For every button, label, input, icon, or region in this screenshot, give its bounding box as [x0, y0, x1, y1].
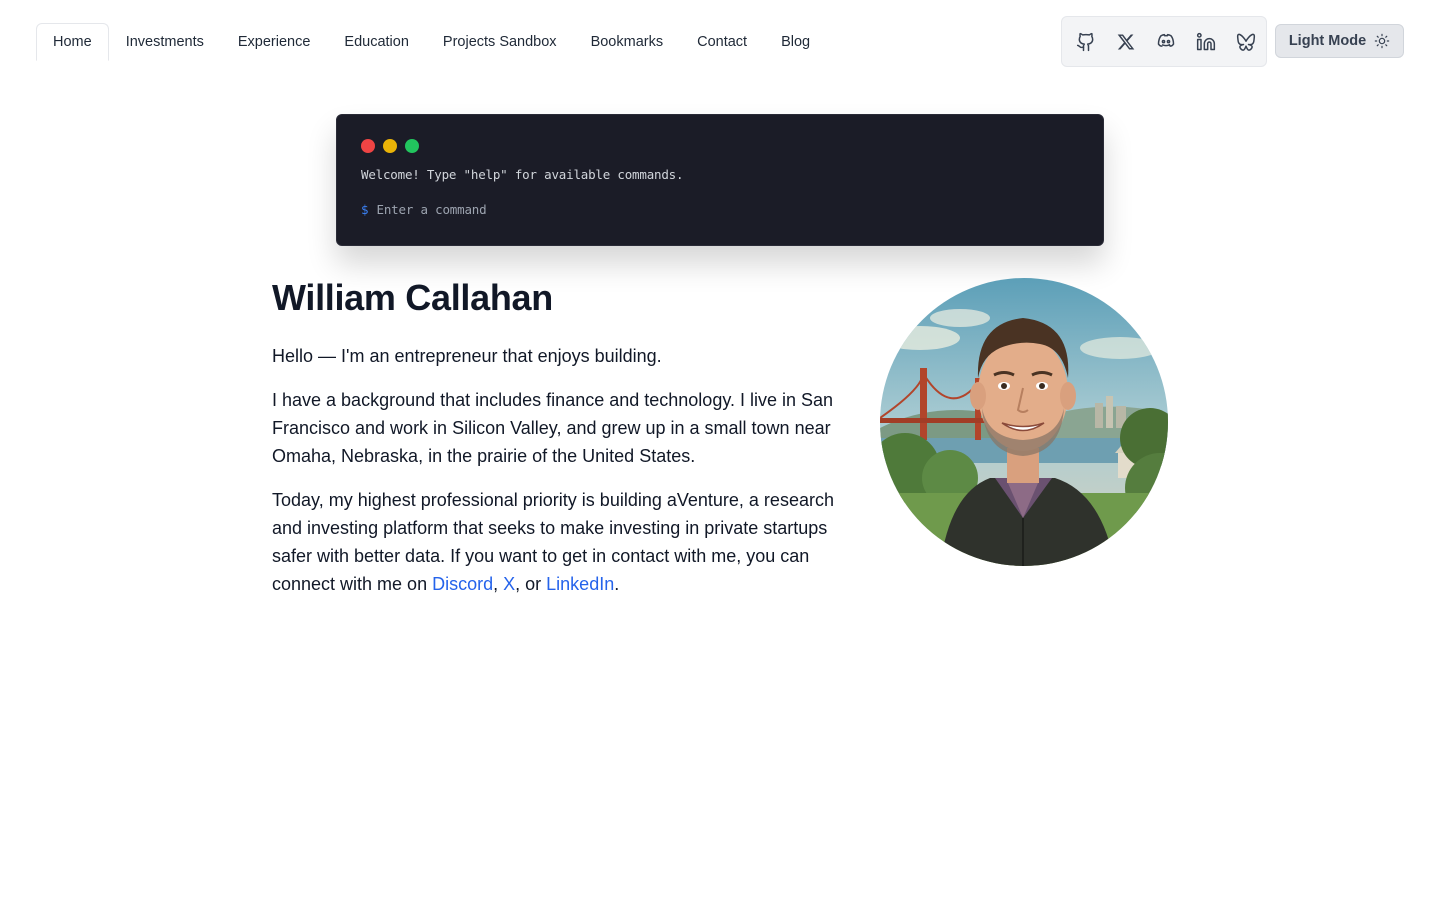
nav-item-education[interactable]: Education [327, 23, 426, 61]
nav-item-contact[interactable]: Contact [680, 23, 764, 61]
discord-link[interactable]: Discord [432, 574, 493, 594]
maximize-dot[interactable] [405, 139, 419, 153]
theme-toggle-button[interactable]: Light Mode [1275, 24, 1404, 58]
linkedin-icon[interactable] [1194, 30, 1218, 54]
nav-item-blog[interactable]: Blog [764, 23, 827, 61]
theme-toggle-label: Light Mode [1288, 33, 1367, 49]
avatar [880, 278, 1168, 566]
separator-2: , or [515, 574, 547, 594]
nav-item-projects-sandbox[interactable]: Projects Sandbox [426, 23, 574, 61]
close-dot[interactable] [361, 139, 375, 153]
nav-item-bookmarks[interactable]: Bookmarks [574, 23, 681, 61]
intro-paragraph-3: Today, my highest professional priority … [272, 486, 852, 598]
x-icon[interactable] [1114, 30, 1138, 54]
page-title: William Callahan [272, 277, 553, 318]
x-link[interactable]: X [503, 574, 515, 594]
terminal-welcome-text: Welcome! Type "help" for available comma… [361, 167, 684, 182]
linkedin-link[interactable]: LinkedIn [546, 574, 614, 594]
intro-section: William Callahan Hello — I'm an entrepre… [272, 278, 852, 598]
discord-icon[interactable] [1154, 30, 1178, 54]
intro-paragraph-1: Hello — I'm an entrepreneur that enjoys … [272, 346, 662, 366]
window-controls [361, 139, 1079, 153]
nav-item-home[interactable]: Home [36, 23, 109, 61]
avatar-illustration [880, 278, 1168, 566]
terminal-window: Welcome! Type "help" for available comma… [336, 114, 1104, 246]
bluesky-icon[interactable] [1234, 30, 1258, 54]
social-links [1061, 16, 1267, 67]
github-icon[interactable] [1074, 30, 1098, 54]
intro-paragraph-3-end: . [614, 574, 620, 594]
separator-1: , [493, 574, 504, 594]
sun-icon [1374, 33, 1390, 49]
terminal-input-line: $ [361, 202, 1079, 217]
minimize-dot[interactable] [383, 139, 397, 153]
intro-paragraph-2: I have a background that includes financ… [272, 390, 834, 466]
terminal-command-input[interactable] [376, 202, 977, 217]
terminal-prompt: $ [361, 202, 369, 217]
nav-item-experience[interactable]: Experience [221, 23, 328, 61]
nav-item-investments[interactable]: Investments [109, 23, 221, 61]
main-nav: Home Investments Experience Education Pr… [36, 23, 827, 61]
